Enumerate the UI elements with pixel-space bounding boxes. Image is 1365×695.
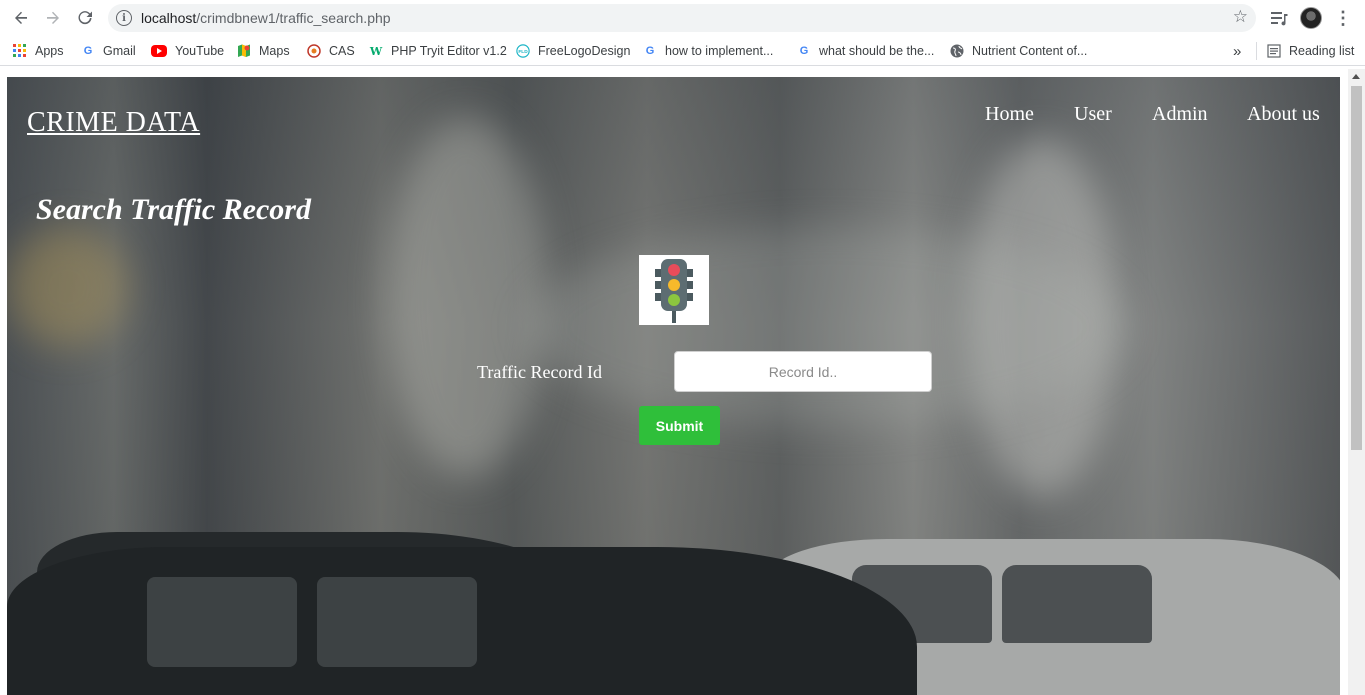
url-text[interactable]: localhost/crimdbnew1/traffic_search.php [141, 10, 391, 26]
forward-icon[interactable] [41, 6, 65, 30]
google-icon: G [645, 45, 655, 57]
bookmark-apps[interactable]: Apps [13, 42, 64, 60]
page-title: Search Traffic Record [36, 193, 311, 226]
address-bar[interactable]: i localhost/crimdbnew1/traffic_search.ph… [108, 4, 1256, 32]
nav-admin[interactable]: Admin [1152, 103, 1208, 126]
cas-icon [307, 44, 321, 58]
google-icon: G [83, 45, 93, 57]
site-info-icon[interactable]: i [116, 10, 132, 26]
page-scrollbar[interactable] [1348, 69, 1365, 695]
bookmarks-bar: Apps G Gmail YouTube Maps CAS W PHP Tryi… [0, 36, 1365, 66]
background-light [7, 227, 127, 347]
maps-icon [237, 44, 251, 58]
menu-kebab-icon[interactable]: ⋮ [1334, 6, 1352, 30]
scroll-thumb[interactable] [1351, 86, 1362, 450]
record-id-label: Traffic Record Id [477, 362, 602, 382]
bookmark-star-icon[interactable]: ☆ [1233, 7, 1248, 27]
bookmark-php-tryit[interactable]: W PHP Tryit Editor v1.2 [369, 42, 507, 60]
page-hero-background: CRIME DATA Home User Admin About us Sear… [7, 77, 1340, 695]
nav-about-us[interactable]: About us [1247, 103, 1320, 126]
nav-home[interactable]: Home [985, 103, 1034, 126]
bookmarks-overflow-icon[interactable]: » [1233, 42, 1241, 60]
media-queue-icon[interactable] [1268, 6, 1290, 30]
freelogodesign-icon: FLD [516, 44, 530, 58]
profile-avatar[interactable] [1299, 6, 1323, 30]
reload-icon[interactable] [73, 6, 97, 30]
reading-list[interactable]: Reading list [1256, 42, 1354, 60]
bookmark-nutrient-content[interactable]: Nutrient Content of... [950, 42, 1087, 60]
nav-user[interactable]: User [1074, 103, 1112, 126]
bookmark-what-should-be[interactable]: G what should be the... [797, 42, 935, 60]
browser-toolbar: i localhost/crimdbnew1/traffic_search.ph… [0, 0, 1365, 36]
apps-grid-icon [13, 44, 27, 58]
google-icon: G [799, 45, 809, 57]
youtube-icon [151, 45, 167, 57]
bookmark-how-to-implement[interactable]: G how to implement... [643, 42, 774, 60]
bookmark-youtube[interactable]: YouTube [151, 42, 224, 60]
back-icon[interactable] [9, 6, 33, 30]
reading-list-icon [1267, 44, 1281, 58]
background-pillar [387, 117, 547, 477]
submit-button[interactable]: Submit [639, 406, 720, 445]
background-arch [527, 227, 1127, 427]
bookmark-cas[interactable]: CAS [307, 42, 355, 60]
background-car-window [317, 577, 477, 667]
globe-icon [950, 44, 964, 58]
bookmark-freelogodesign[interactable]: FLD FreeLogoDesign [516, 42, 630, 60]
traffic-light-icon [639, 255, 709, 325]
background-car-window [147, 577, 297, 667]
scroll-up-icon[interactable] [1352, 74, 1360, 79]
bookmark-gmail[interactable]: G Gmail [81, 42, 136, 60]
background-car-window [1002, 565, 1152, 643]
site-brand[interactable]: CRIME DATA [27, 107, 200, 139]
bookmark-maps[interactable]: Maps [237, 42, 290, 60]
record-id-input[interactable] [674, 351, 932, 392]
svg-text:FLD: FLD [518, 49, 528, 55]
w3schools-icon: W [369, 44, 383, 58]
